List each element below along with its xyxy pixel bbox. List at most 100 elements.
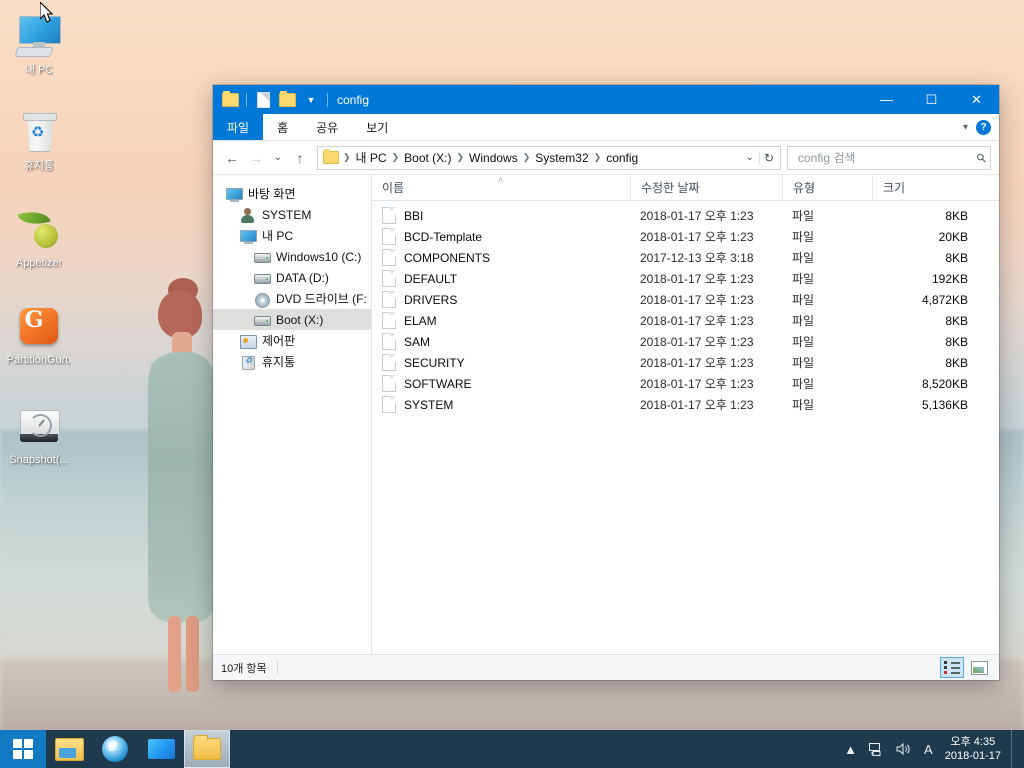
forward-button[interactable]: → <box>245 147 267 169</box>
volume-icon[interactable] <box>890 730 918 768</box>
tab-home[interactable]: 홈 <box>263 114 302 140</box>
column-header-size[interactable]: 크기 <box>872 175 982 200</box>
file-name: ELAM <box>404 313 437 328</box>
file-type: 파일 <box>792 398 815 412</box>
column-header-row[interactable]: 이름 수정한 날짜 유형 크기 ˄ <box>372 175 999 201</box>
nav-item-dvd-drive-f[interactable]: DVD 드라이브 (F: <box>213 288 371 309</box>
desktop-icon-snapshot[interactable]: Snapshot(... <box>0 402 78 467</box>
details-view-button[interactable] <box>940 657 964 678</box>
breadcrumb-item-system32[interactable]: System32 <box>531 151 592 165</box>
desktop-icon-recycle-bin[interactable]: ♻ 휴지통 <box>0 108 78 173</box>
show-hidden-icons-button[interactable]: ▲ <box>838 730 863 768</box>
desktop-icon-partitionguru[interactable]: G PartitionGuru <box>0 302 78 367</box>
desktop-icon-my-pc[interactable]: 내 PC <box>0 12 78 77</box>
desktop[interactable]: 내 PC ♻ 휴지통 Appetizer G PartitionGuru Sna… <box>0 0 1024 768</box>
qat-folder-icon[interactable] <box>219 89 241 111</box>
breadcrumb-item-config[interactable]: config <box>602 151 642 165</box>
ribbon-tab-bar[interactable]: 파일 홈 공유 보기 ▾ ? <box>213 114 999 141</box>
taskbar-file-explorer[interactable] <box>46 730 92 768</box>
table-row[interactable]: COMPONENTS 2017-12-13 오후 3:18 파일 8KB <box>372 247 999 268</box>
file-list-pane[interactable]: 이름 수정한 날짜 유형 크기 ˄ BBI 2018-01-17 오후 1:23… <box>372 175 999 654</box>
nav-item-system[interactable]: SYSTEM <box>213 204 371 225</box>
nav-item-label: SYSTEM <box>262 207 312 222</box>
table-row[interactable]: SYSTEM 2018-01-17 오후 1:23 파일 5,136KB <box>372 394 999 415</box>
file-explorer-window[interactable]: ▼ config — ☐ ✕ 파일 홈 공유 보기 ▾ ? ← → ⌄ ↑ ❯ … <box>213 85 999 680</box>
nav-item-label: DVD 드라이브 (F: <box>276 292 367 306</box>
breadcrumb-item-boot[interactable]: Boot (X:) <box>400 151 455 165</box>
file-name: BBI <box>404 208 424 223</box>
taskbar-internet-explorer[interactable] <box>92 730 138 768</box>
network-icon[interactable] <box>863 730 890 768</box>
file-size: 8,520KB <box>921 376 968 391</box>
breadcrumb-item-my-pc[interactable]: 내 PC <box>352 149 391 166</box>
system-tray[interactable]: ▲ A 오후 4:35 2018-01-17 <box>838 730 1024 768</box>
computer-icon <box>14 12 63 60</box>
start-button[interactable] <box>0 730 46 768</box>
file-modified: 2017-12-13 오후 3:18 <box>640 251 754 265</box>
nav-item-control-panel[interactable]: 제어판 <box>213 330 371 351</box>
new-document-icon[interactable] <box>252 89 274 111</box>
table-row[interactable]: SECURITY 2018-01-17 오후 1:23 파일 8KB <box>372 352 999 373</box>
chevron-down-icon[interactable]: ▼ <box>300 89 322 111</box>
recent-locations-button[interactable]: ⌄ <box>269 147 287 169</box>
nav-item-my-pc[interactable]: 내 PC <box>213 225 371 246</box>
refresh-icon[interactable]: ↻ <box>758 150 778 165</box>
taskbar-explorer-window[interactable] <box>184 730 230 768</box>
clock[interactable]: 오후 4:35 2018-01-17 <box>939 730 1011 768</box>
ime-indicator[interactable]: A <box>918 730 939 768</box>
navigation-bar[interactable]: ← → ⌄ ↑ ❯ 내 PC ❯ Boot (X:) ❯ Windows ❯ S… <box>213 141 999 174</box>
window-controls[interactable]: — ☐ ✕ <box>864 85 999 114</box>
chevron-down-icon[interactable]: ▾ <box>963 122 968 133</box>
help-button[interactable]: ? <box>976 119 991 135</box>
up-button[interactable]: ↑ <box>289 147 311 169</box>
nav-item-recycle-bin[interactable]: 휴지통 <box>213 351 371 372</box>
minimize-button[interactable]: — <box>864 85 909 114</box>
view-mode-buttons[interactable] <box>940 657 991 678</box>
table-row[interactable]: DEFAULT 2018-01-17 오후 1:23 파일 192KB <box>372 268 999 289</box>
file-size: 8KB <box>945 313 968 328</box>
nav-item-boot-x[interactable]: Boot (X:) <box>213 309 371 330</box>
table-row[interactable]: BCD-Template 2018-01-17 오후 1:23 파일 20KB <box>372 226 999 247</box>
table-row[interactable]: BBI 2018-01-17 오후 1:23 파일 8KB <box>372 205 999 226</box>
file-modified: 2018-01-17 오후 1:23 <box>640 398 754 412</box>
clock-date: 2018-01-17 <box>944 750 1001 762</box>
navigation-pane[interactable]: 바탕 화면 SYSTEM 내 PC Windows10 (C:) DATA (D… <box>213 175 372 654</box>
nav-item-data-d[interactable]: DATA (D:) <box>213 267 371 288</box>
table-row[interactable]: ELAM 2018-01-17 오후 1:23 파일 8KB <box>372 310 999 331</box>
file-name: SYSTEM <box>404 397 454 412</box>
window-title-bar[interactable]: ▼ config — ☐ ✕ <box>213 85 999 114</box>
desktop-icon-label: 휴지통 <box>23 160 55 172</box>
address-bar[interactable]: ❯ 내 PC ❯ Boot (X:) ❯ Windows ❯ System32 … <box>317 145 781 170</box>
windows-logo-icon <box>13 739 33 759</box>
quick-access-toolbar[interactable]: ▼ <box>213 89 331 111</box>
tab-file[interactable]: 파일 <box>213 114 264 140</box>
maximize-button[interactable]: ☐ <box>909 85 954 114</box>
close-button[interactable]: ✕ <box>954 85 999 114</box>
file-icon <box>382 270 396 287</box>
column-header-type[interactable]: 유형 <box>782 175 872 200</box>
table-row[interactable]: SAM 2018-01-17 오후 1:23 파일 8KB <box>372 331 999 352</box>
tab-view[interactable]: 보기 <box>352 114 402 140</box>
nav-item-desktop[interactable]: 바탕 화면 <box>213 183 371 204</box>
file-icon <box>382 396 396 413</box>
breadcrumb-item-windows[interactable]: Windows <box>465 151 522 165</box>
show-desktop-button[interactable] <box>1011 730 1020 768</box>
search-input[interactable] <box>796 149 978 166</box>
ie-icon <box>102 734 128 762</box>
desktop-icon-appetizer[interactable]: Appetizer <box>0 205 78 270</box>
large-icons-view-button[interactable] <box>967 657 991 678</box>
file-type: 파일 <box>792 251 815 265</box>
table-row[interactable]: SOFTWARE 2018-01-17 오후 1:23 파일 8,520KB <box>372 373 999 394</box>
item-count-label: 10개 항목 <box>221 662 267 675</box>
qat-properties-folder-icon[interactable] <box>276 89 298 111</box>
nav-item-label: 제어판 <box>262 334 296 348</box>
column-header-modified[interactable]: 수정한 날짜 <box>630 175 782 200</box>
back-button[interactable]: ← <box>221 147 243 169</box>
table-row[interactable]: DRIVERS 2018-01-17 오후 1:23 파일 4,872KB <box>372 289 999 310</box>
taskbar-display-app[interactable] <box>138 730 184 768</box>
address-dropdown-icon[interactable]: ⌄ <box>741 152 759 163</box>
taskbar[interactable]: ▲ A 오후 4:35 2018-01-17 <box>0 730 1024 768</box>
tab-share[interactable]: 공유 <box>302 114 352 140</box>
search-box[interactable]: ⚲ <box>787 145 991 170</box>
nav-item-windows10-c[interactable]: Windows10 (C:) <box>213 246 371 267</box>
